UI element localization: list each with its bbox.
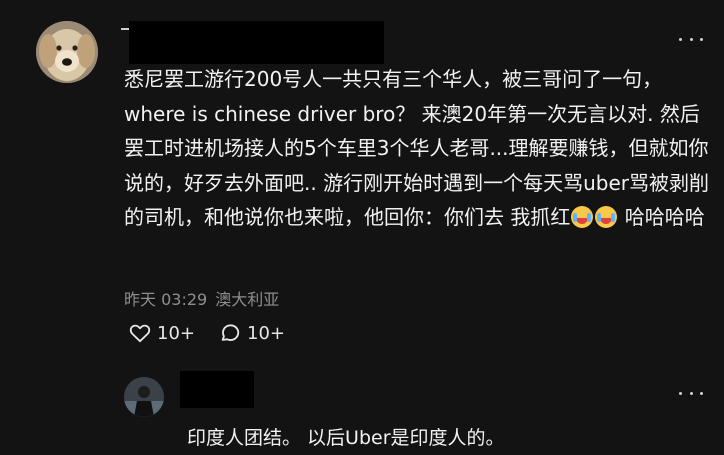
heart-icon	[129, 324, 151, 343]
comment-bubble-icon	[221, 324, 240, 341]
reply-button[interactable]: 10+	[219, 322, 285, 344]
comment-text: 悉尼罢工游行200号人一共只有三个华人，被三哥问了一句，where is chi…	[124, 62, 709, 235]
redacted-reply-username	[180, 371, 254, 408]
comment-actions: 10+ 10+	[129, 322, 309, 344]
reply-author-avatar[interactable]	[124, 377, 164, 417]
timestamp: 昨天 03:29	[124, 290, 208, 309]
more-options-icon[interactable]	[679, 34, 703, 44]
username-fragment	[121, 28, 129, 30]
person-photo-avatar	[124, 377, 164, 417]
author-avatar[interactable]	[36, 21, 98, 83]
reply-count: 10+	[247, 322, 285, 344]
reply-more-options-icon[interactable]	[679, 388, 703, 398]
crying-face-emoji	[571, 206, 594, 228]
reply-text: 印度人团结。 以后Uber是印度人的。	[187, 427, 505, 449]
comment-meta: 昨天 03:29 澳大利亚	[124, 286, 287, 310]
comment-body: 悉尼罢工游行200号人一共只有三个华人，被三哥问了一句，where is chi…	[124, 67, 709, 229]
like-button[interactable]: 10+	[129, 323, 195, 344]
golden-retriever-avatar	[36, 21, 98, 83]
redacted-username	[129, 21, 384, 64]
like-count: 10+	[157, 322, 195, 344]
comment-tail: 哈哈哈哈	[624, 205, 705, 229]
crying-face-emoji	[595, 206, 618, 228]
location: 澳大利亚	[215, 290, 280, 309]
